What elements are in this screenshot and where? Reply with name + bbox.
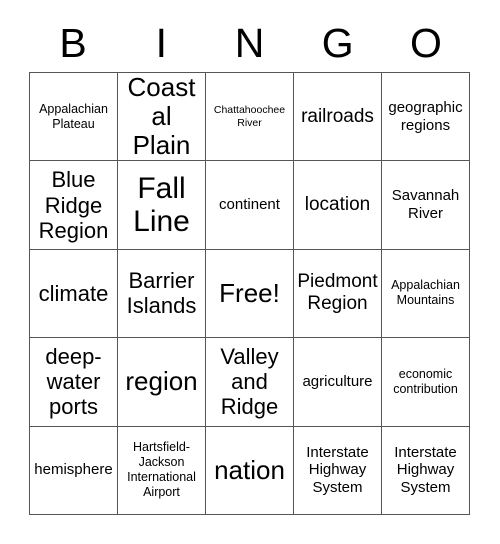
bingo-cell[interactable]: continent [206, 161, 294, 250]
bingo-cell-label: Chattahoochee River [213, 103, 286, 129]
bingo-cell[interactable]: Interstate Highway System [382, 426, 470, 515]
bingo-cell-label: Free! [219, 277, 280, 308]
bingo-card: B I N G O Appalachian Plateau Coastal Plain Ch… [0, 0, 500, 544]
bingo-grid: Appalachian Plateau Coastal Plain Chattaho… [29, 72, 470, 515]
bingo-cell[interactable]: Appalachian Plateau [30, 73, 118, 162]
bingo-cell[interactable]: region [118, 338, 206, 427]
bingo-cell[interactable]: climate [30, 249, 118, 339]
bingo-cell[interactable]: deep-water ports [30, 338, 118, 427]
bingo-header-letter-n: N [234, 19, 265, 66]
bingo-cell-label: economic contribution [393, 366, 458, 396]
bingo-cell-label: Savannah River [391, 187, 460, 223]
bingo-cell-label: hemisphere [34, 461, 113, 479]
bingo-cell[interactable]: Coastal Plain [118, 73, 206, 162]
bingo-cell-label: railroads [301, 105, 374, 127]
bingo-cell[interactable]: Piedmont Region [294, 249, 382, 339]
bingo-header-letter-b: B [59, 19, 87, 66]
bingo-cell-label: continent [219, 196, 280, 214]
bingo-cell-label: Interstate Highway System [394, 443, 457, 497]
bingo-header-letter-g: G [321, 19, 354, 66]
bingo-cell[interactable]: location [294, 161, 382, 250]
bingo-cell[interactable]: Hartsfield-Jackson International Airport [118, 426, 206, 515]
bingo-cell-label: Barrier Islands [126, 268, 197, 319]
bingo-cell[interactable]: railroads [294, 73, 382, 162]
bingo-cell[interactable]: agriculture [294, 338, 382, 427]
bingo-header-letter-o: O [409, 19, 442, 66]
bingo-cell[interactable]: nation [206, 426, 294, 515]
bingo-cell[interactable]: Valley and Ridge [206, 338, 294, 427]
bingo-cell-label: Appalachian Mountains [391, 278, 460, 308]
bingo-cell[interactable]: Fall Line [118, 161, 206, 250]
bingo-cell-label: Hartsfield-Jackson International Airport [127, 440, 196, 500]
bingo-cell-label: region [125, 366, 198, 397]
bingo-cell-label: nation [214, 454, 285, 485]
bingo-header-letter-i: I [155, 19, 167, 66]
bingo-header-row: BINGO [29, 16, 470, 70]
bingo-free-space-cell[interactable]: Free! [206, 249, 294, 339]
bingo-cell-label: Appalachian Plateau [39, 101, 108, 131]
bingo-cell-label: agriculture [302, 373, 373, 391]
bingo-cell[interactable]: Savannah River [382, 161, 470, 250]
bingo-cell[interactable]: Chattahoochee River [206, 73, 294, 162]
bingo-cell-label: Blue Ridge Region [38, 167, 109, 243]
bingo-cell[interactable]: Interstate Highway System [294, 426, 382, 515]
bingo-cell-label: Valley and Ridge [220, 344, 279, 420]
bingo-cell[interactable]: Appalachian Mountains [382, 249, 470, 339]
bingo-cell[interactable]: Blue Ridge Region [30, 161, 118, 250]
bingo-cell-label: climate [38, 280, 109, 306]
bingo-cell[interactable]: economic contribution [382, 338, 470, 427]
bingo-cell-label: location [304, 194, 371, 216]
bingo-cell-label: Coastal Plain [127, 73, 196, 161]
bingo-cell[interactable]: Barrier Islands [118, 249, 206, 339]
bingo-cell-label: Fall Line [133, 172, 190, 239]
bingo-cell-label: Piedmont Region [297, 271, 378, 315]
bingo-cell-label: geographic regions [388, 99, 463, 134]
bingo-cell-label: Interstate Highway System [306, 443, 369, 497]
bingo-cell-label: deep-water ports [45, 344, 102, 420]
bingo-cell[interactable]: hemisphere [30, 426, 118, 515]
bingo-cell[interactable]: geographic regions [382, 73, 470, 162]
